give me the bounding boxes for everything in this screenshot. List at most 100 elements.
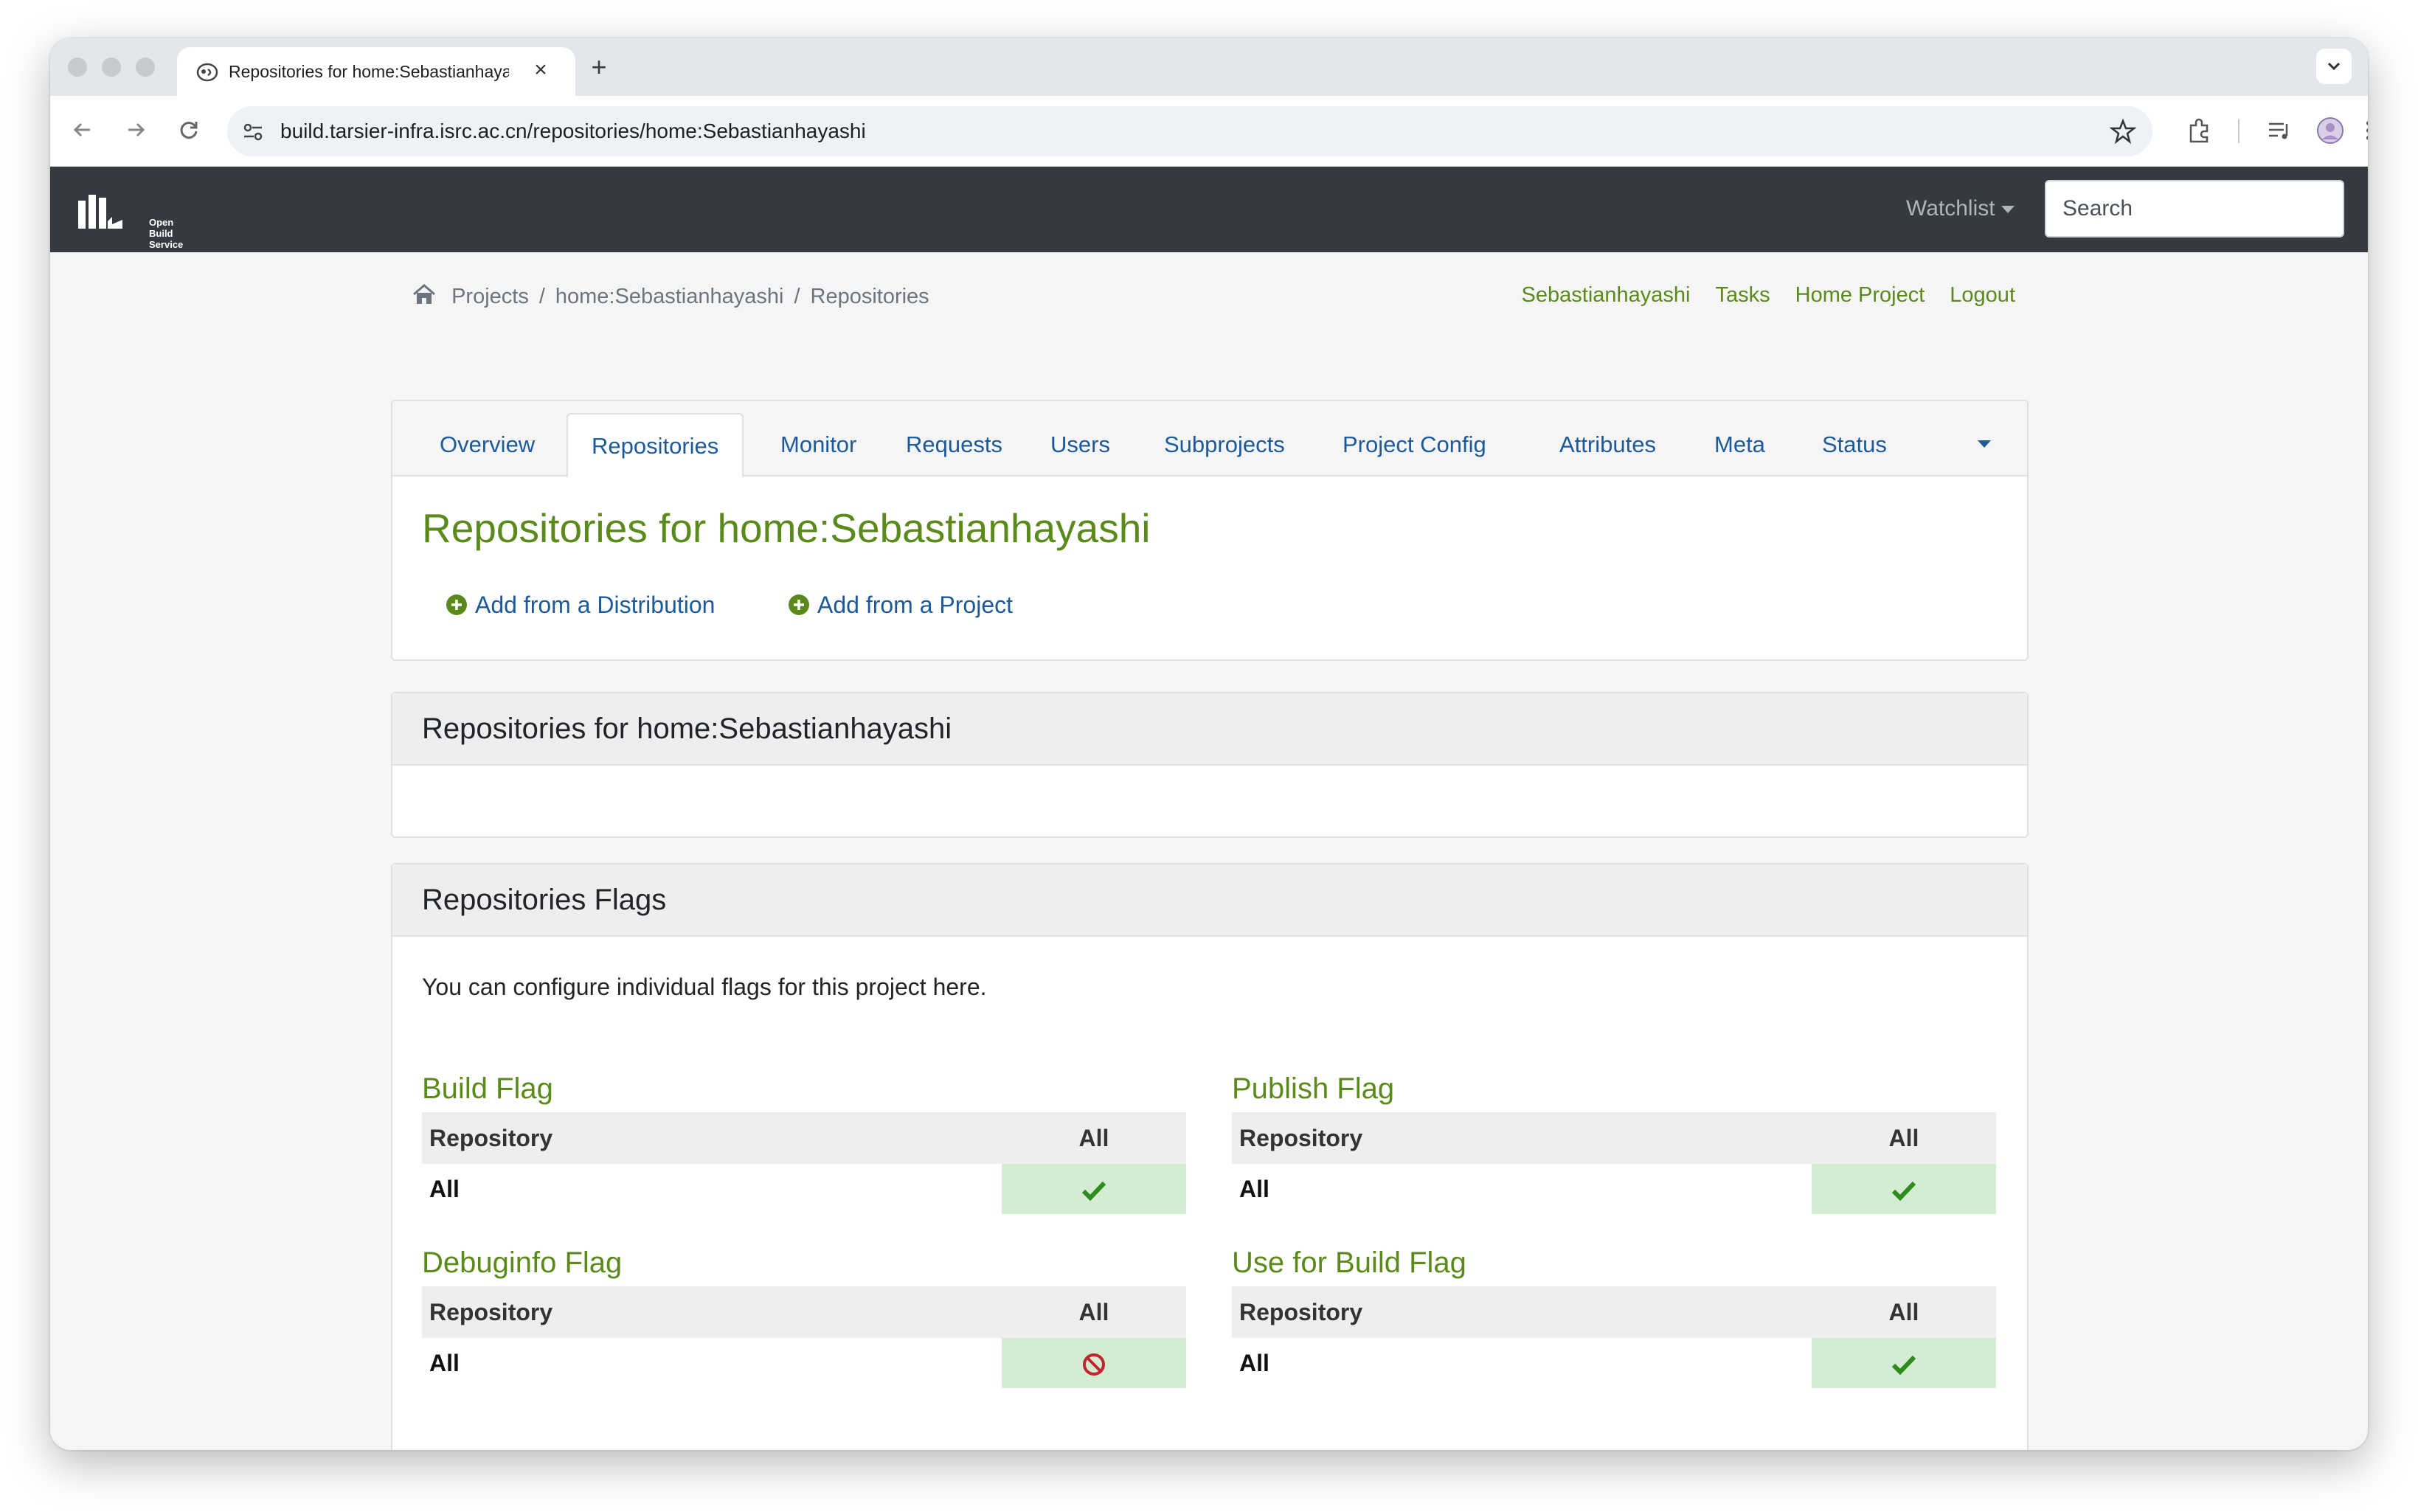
flag-status-cell[interactable] bbox=[1002, 1164, 1186, 1214]
logo-line-service: Service bbox=[149, 239, 184, 250]
checkmark-icon bbox=[1081, 1181, 1106, 1201]
obs-logo[interactable]: Open Build Service bbox=[75, 190, 183, 250]
breadcrumb-projects[interactable]: Projects bbox=[451, 285, 529, 308]
column-all: All bbox=[1812, 1286, 1996, 1338]
minimize-window-button[interactable] bbox=[102, 58, 121, 77]
repositories-card: Repositories for home:Sebastianhayashi bbox=[391, 692, 2029, 838]
breadcrumb-separator: / bbox=[538, 285, 545, 308]
repositories-card-title: Repositories for home:Sebastianhayashi bbox=[392, 693, 2027, 766]
tab-title: Repositories for home:Sebastianhayashi bbox=[229, 62, 509, 81]
flag-table-header: Repository All bbox=[422, 1112, 1186, 1164]
use-for-build-flag-section: Use for Build Flag Repository All All bbox=[1232, 1242, 1996, 1388]
flag-status-cell[interactable] bbox=[1002, 1338, 1186, 1388]
row-label: All bbox=[429, 1175, 460, 1202]
toolbar-divider bbox=[2238, 119, 2239, 143]
user-nav-tasks[interactable]: Tasks bbox=[1715, 283, 1770, 307]
browser-tab-active[interactable]: Repositories for home:Sebastianhayashi × bbox=[177, 47, 575, 96]
browser-window: Repositories for home:Sebastianhayashi ×… bbox=[50, 38, 2368, 1450]
publish-flag-section: Publish Flag Repository All All bbox=[1232, 1068, 1996, 1214]
flag-table-header: Repository All bbox=[1232, 1286, 1996, 1338]
plus-circle-icon bbox=[446, 594, 467, 615]
main-content: Projects / home:Sebastianhayashi / Repositor… bbox=[50, 252, 2368, 1450]
tab-monitor[interactable]: Monitor bbox=[757, 413, 880, 476]
reload-icon[interactable] bbox=[174, 115, 204, 145]
tab-close-icon[interactable]: × bbox=[530, 59, 552, 81]
flag-status-cell[interactable] bbox=[1812, 1338, 1996, 1388]
add-from-project-link[interactable]: Add from a Project bbox=[788, 592, 1013, 619]
media-controls-icon[interactable] bbox=[2265, 117, 2293, 145]
flag-table: Repository All All bbox=[1232, 1286, 1996, 1388]
back-arrow-icon[interactable] bbox=[68, 115, 97, 145]
tab-overview[interactable]: Overview bbox=[416, 413, 558, 476]
forward-arrow-icon[interactable] bbox=[121, 115, 150, 145]
build-flag-section: Build Flag Repository All All bbox=[422, 1068, 1186, 1214]
flag-table: Repository All All bbox=[422, 1286, 1186, 1388]
tab-meta[interactable]: Meta bbox=[1691, 413, 1789, 476]
column-repository: Repository bbox=[422, 1286, 1002, 1338]
flag-table: Repository All All bbox=[422, 1112, 1186, 1214]
factory-logo-icon bbox=[75, 195, 122, 229]
user-nav-home-project[interactable]: Home Project bbox=[1795, 283, 1925, 307]
checkmark-icon bbox=[1891, 1181, 1916, 1201]
flag-title: Use for Build Flag bbox=[1232, 1246, 1466, 1279]
obs-top-navbar: Open Build Service Watchlist bbox=[50, 167, 2368, 252]
maximize-window-button[interactable] bbox=[136, 58, 155, 77]
flag-title: Build Flag bbox=[422, 1072, 553, 1105]
project-card: Overview Repositories Monitor Requests U… bbox=[391, 400, 2029, 661]
user-nav-logout[interactable]: Logout bbox=[1950, 283, 2015, 307]
caret-down-icon bbox=[2000, 206, 2015, 214]
close-window-button[interactable] bbox=[68, 58, 87, 77]
flags-card-title: Repositories Flags bbox=[392, 864, 2027, 937]
browser-toolbar: build.tarsier-infra.isrc.ac.cn/repositor… bbox=[50, 96, 2368, 167]
add-from-project-label: Add from a Project bbox=[817, 592, 1013, 618]
extensions-puzzle-icon[interactable] bbox=[2185, 117, 2213, 145]
watchlist-dropdown[interactable]: Watchlist bbox=[1906, 196, 2015, 221]
add-from-distribution-label: Add from a Distribution bbox=[475, 592, 716, 618]
flags-intro-text: You can configure individual flags for t… bbox=[422, 974, 987, 1000]
breadcrumb-home-project[interactable]: home:Sebastianhayashi bbox=[555, 285, 784, 308]
breadcrumb: Projects / home:Sebastianhayashi / Repositor… bbox=[412, 283, 929, 313]
profile-avatar-icon[interactable] bbox=[2316, 117, 2344, 145]
browser-menu-icon[interactable] bbox=[2355, 117, 2368, 145]
obs-logo-text: Open Build Service bbox=[149, 217, 208, 250]
add-from-distribution-link[interactable]: Add from a Distribution bbox=[446, 592, 715, 619]
checkmark-icon bbox=[1891, 1355, 1916, 1376]
row-label: All bbox=[1239, 1349, 1269, 1376]
flag-table-header: Repository All bbox=[422, 1286, 1186, 1338]
tab-project-config[interactable]: Project Config bbox=[1319, 413, 1510, 476]
url-text: build.tarsier-infra.isrc.ac.cn/repositor… bbox=[280, 119, 866, 142]
flag-table: Repository All All bbox=[1232, 1112, 1996, 1214]
flag-table-header: Repository All bbox=[1232, 1112, 1996, 1164]
logo-line-build: Build bbox=[149, 228, 173, 239]
bookmark-star-icon[interactable] bbox=[2110, 118, 2136, 145]
tab-search-button[interactable] bbox=[2316, 49, 2352, 84]
page-title: Repositories for home:Sebastianhayashi bbox=[422, 505, 1151, 551]
tab-subprojects[interactable]: Subprojects bbox=[1140, 413, 1309, 476]
obs-favicon-icon bbox=[196, 63, 218, 82]
table-row: All bbox=[1232, 1164, 1996, 1214]
home-icon[interactable] bbox=[412, 283, 437, 305]
tab-requests[interactable]: Requests bbox=[882, 413, 1026, 476]
column-all: All bbox=[1812, 1112, 1996, 1164]
column-repository: Repository bbox=[1232, 1286, 1812, 1338]
new-tab-button[interactable]: + bbox=[584, 53, 614, 83]
address-bar[interactable]: build.tarsier-infra.isrc.ac.cn/repositor… bbox=[227, 106, 2152, 156]
breadcrumb-current: Repositories bbox=[810, 285, 929, 308]
tab-users[interactable]: Users bbox=[1027, 413, 1134, 476]
site-settings-icon[interactable] bbox=[242, 121, 264, 143]
more-tabs-caret-icon[interactable] bbox=[1977, 440, 1992, 448]
table-row: All bbox=[422, 1164, 1186, 1214]
table-row: All bbox=[422, 1338, 1186, 1388]
flag-title: Publish Flag bbox=[1232, 1072, 1395, 1105]
tab-strip: Repositories for home:Sebastianhayashi ×… bbox=[50, 38, 2368, 96]
tab-status[interactable]: Status bbox=[1798, 413, 1911, 476]
tab-attributes[interactable]: Attributes bbox=[1536, 413, 1680, 476]
logo-line-open: Open bbox=[149, 217, 174, 228]
flag-status-cell[interactable] bbox=[1812, 1164, 1996, 1214]
project-tabs: Overview Repositories Monitor Requests U… bbox=[392, 401, 2027, 478]
flags-card: Repositories Flags You can configure ind… bbox=[391, 863, 2029, 1450]
search-input[interactable] bbox=[2045, 180, 2344, 237]
breadcrumb-separator: / bbox=[794, 285, 800, 308]
tab-repositories[interactable]: Repositories bbox=[567, 413, 744, 478]
user-nav-profile[interactable]: Sebastianhayashi bbox=[1522, 283, 1691, 307]
